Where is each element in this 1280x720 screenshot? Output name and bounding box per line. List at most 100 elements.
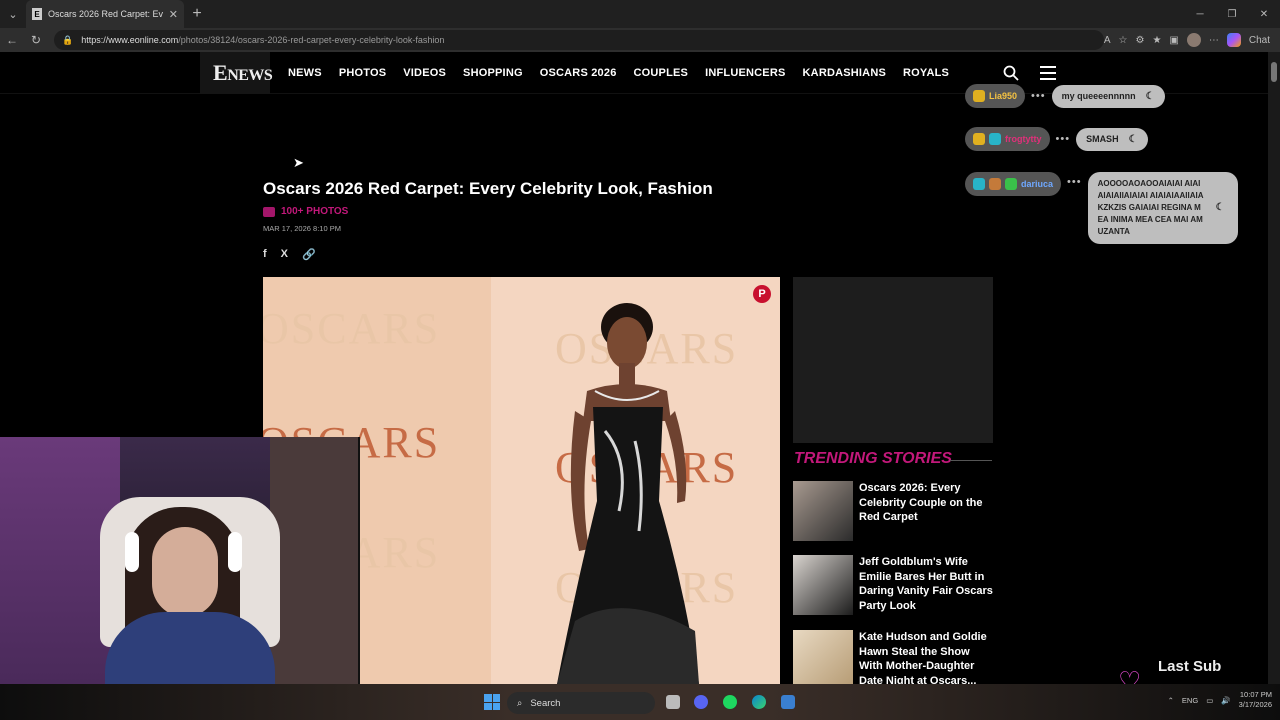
chat-username-pill: frogtytty — [965, 127, 1050, 151]
nav-kardashians[interactable]: KARDASHIANS — [803, 67, 886, 79]
url-field[interactable]: 🔒 https://www.eonline.com/photos/38124/o… — [54, 30, 1104, 50]
trending-heading: TRENDING STORIES — [794, 450, 952, 467]
copy-link-icon[interactable]: 🔗 — [302, 248, 316, 261]
chat-text: SMASH — [1086, 134, 1119, 144]
extensions-icon[interactable]: ⚙ — [1135, 35, 1144, 46]
x-twitter-icon[interactable]: X — [281, 248, 288, 261]
nav-influencers[interactable]: INFLUENCERS — [705, 67, 785, 79]
search-icon[interactable] — [1003, 65, 1019, 81]
window-controls: ─ ❐ ✕ — [1184, 0, 1280, 28]
more-menu-icon[interactable]: ⋯ — [1209, 35, 1219, 46]
main-nav: NEWS PHOTOS VIDEOS SHOPPING OSCARS 2026 … — [288, 67, 949, 79]
sub-badge-icon — [973, 178, 985, 190]
discord-icon[interactable] — [694, 695, 708, 709]
tab-bar: ⌄ E Oscars 2026 Red Carpet: Every Celebr… — [0, 0, 1280, 28]
search-icon: ⌕ — [517, 697, 523, 709]
story-thumbnail — [793, 481, 853, 541]
article-date: MAR 17, 2026 8:10 PM — [263, 224, 341, 233]
chat-message: dariuca ••• AOOOOAOAOOAIAIAI AIAIAIAIAII… — [965, 172, 1238, 244]
trending-story[interactable]: Jeff Goldblum's Wife Emilie Bares Her Bu… — [793, 555, 993, 615]
favorite-star-icon[interactable]: ☆ — [1119, 35, 1128, 46]
photo-count-label: 100+ PHOTOS — [281, 206, 349, 217]
profile-avatar[interactable] — [1186, 33, 1201, 47]
camera-icon — [263, 206, 275, 217]
scrollbar-thumb[interactable] — [1271, 62, 1277, 82]
edge-icon[interactable] — [752, 695, 766, 709]
facebook-icon[interactable]: f — [263, 248, 267, 261]
tab-title: Oscars 2026 Red Carpet: Every Celebrity … — [48, 9, 163, 19]
nav-oscars-2026[interactable]: OSCARS 2026 — [540, 67, 617, 79]
close-tab-icon[interactable]: ✕ — [169, 8, 178, 21]
photo-count[interactable]: 100+ PHOTOS — [263, 206, 348, 217]
app-icon[interactable] — [781, 695, 795, 709]
enews-logo[interactable]: ENEWS — [213, 60, 273, 86]
chat-message: frogtytty ••• SMASH ☾ — [965, 127, 1148, 151]
gift-badge-icon — [1005, 178, 1017, 190]
url-text: https://www.eonline.com/photos/38124/osc… — [81, 35, 444, 45]
spotify-icon[interactable] — [723, 695, 737, 709]
collections-icon[interactable]: ▣ — [1169, 35, 1178, 46]
restore-button[interactable]: ❐ — [1216, 0, 1248, 28]
language-indicator[interactable]: ENG — [1182, 696, 1198, 705]
page-scrollbar[interactable] — [1268, 52, 1280, 684]
chat-message: Lia950 ••• my queeeennnnn ☾ — [965, 84, 1165, 108]
chat-bubble: SMASH ☾ — [1076, 127, 1148, 151]
favorites-icon[interactable]: ★ — [1152, 35, 1161, 46]
browser-toolbar: A ☆ ⚙ ★ ▣ ⋯ Chat — [1104, 28, 1280, 52]
url-path: /photos/38124/oscars-2026-red-carpet-eve… — [178, 35, 445, 45]
pinterest-icon[interactable]: P — [753, 285, 771, 303]
trending-story[interactable]: Kate Hudson and Goldie Hawn Steal the Sh… — [793, 630, 993, 690]
chat-bubble: AOOOOAOAOOAIAIAI AIAIAIAIAIIAIAIAI AIAIA… — [1087, 172, 1238, 244]
article-title: Oscars 2026 Red Carpet: Every Celebrity … — [263, 179, 713, 198]
webcam-overlay — [0, 437, 360, 684]
nav-shopping[interactable]: SHOPPING — [463, 67, 523, 79]
nav-videos[interactable]: VIDEOS — [403, 67, 446, 79]
clock-time: 10:07 PM — [1239, 690, 1272, 699]
refresh-button[interactable]: ↻ — [24, 33, 48, 47]
volume-icon[interactable]: 🔊 — [1221, 696, 1230, 705]
nav-photos[interactable]: PHOTOS — [339, 67, 386, 79]
nav-news[interactable]: NEWS — [288, 67, 322, 79]
trending-story[interactable]: Oscars 2026: Every Celebrity Couple on t… — [793, 481, 993, 541]
clock[interactable]: 10:07 PM 3/17/2026 — [1239, 690, 1272, 710]
last-sub-title: Last Sub — [1158, 658, 1222, 675]
chat-bubble: my queeeennnnn ☾ — [1051, 84, 1165, 108]
story-thumbnail — [793, 555, 853, 615]
read-aloud-icon[interactable]: A — [1104, 35, 1111, 46]
crown-badge-icon — [973, 90, 985, 102]
cat-badge-icon — [989, 178, 1001, 190]
moon-icon: ☾ — [1145, 90, 1155, 102]
tab-list-button[interactable]: ⌄ — [0, 0, 26, 28]
taskbar-search[interactable]: ⌕ Search — [507, 692, 655, 714]
active-tab[interactable]: E Oscars 2026 Red Carpet: Every Celebrit… — [26, 0, 184, 28]
tray-chevron-icon[interactable]: ⌃ — [1168, 696, 1174, 705]
close-window-button[interactable]: ✕ — [1248, 0, 1280, 28]
celebrity-figure — [557, 303, 699, 684]
nav-couples[interactable]: COUPLES — [634, 67, 689, 79]
lock-icon: 🔒 — [62, 34, 74, 45]
clock-date: 3/17/2026 — [1238, 700, 1272, 709]
file-explorer-icon[interactable] — [666, 695, 680, 709]
minimize-button[interactable]: ─ — [1184, 0, 1216, 28]
story-title: Oscars 2026: Every Celebrity Couple on t… — [859, 482, 983, 524]
logo-e: E — [213, 60, 228, 85]
eonline-favicon-icon: E — [32, 8, 42, 20]
system-tray: ⌃ ENG ▭ 🔊 10:07 PM 3/17/2026 — [1168, 690, 1272, 710]
copilot-icon[interactable] — [1226, 33, 1241, 47]
webcam-shirt — [105, 612, 275, 684]
back-button[interactable]: ← — [0, 33, 24, 47]
chat-label[interactable]: Chat — [1249, 35, 1270, 46]
new-tab-button[interactable]: + — [184, 5, 210, 23]
sub-badge-icon — [989, 133, 1001, 145]
ellipsis-icon: ••• — [1055, 133, 1071, 145]
ellipsis-icon: ••• — [1067, 176, 1082, 188]
hamburger-menu-icon[interactable] — [1040, 66, 1056, 80]
chat-username: Lia950 — [989, 91, 1018, 101]
story-title: Kate Hudson and Goldie Hawn Steal the Sh… — [859, 631, 987, 688]
nav-royals[interactable]: ROYALS — [903, 67, 949, 79]
network-icon[interactable]: ▭ — [1206, 696, 1213, 705]
windows-start-icon[interactable] — [484, 694, 500, 710]
taskbar-search-label: Search — [530, 697, 561, 709]
moon-icon: ☾ — [1128, 133, 1138, 145]
crown-badge-icon — [973, 133, 985, 145]
